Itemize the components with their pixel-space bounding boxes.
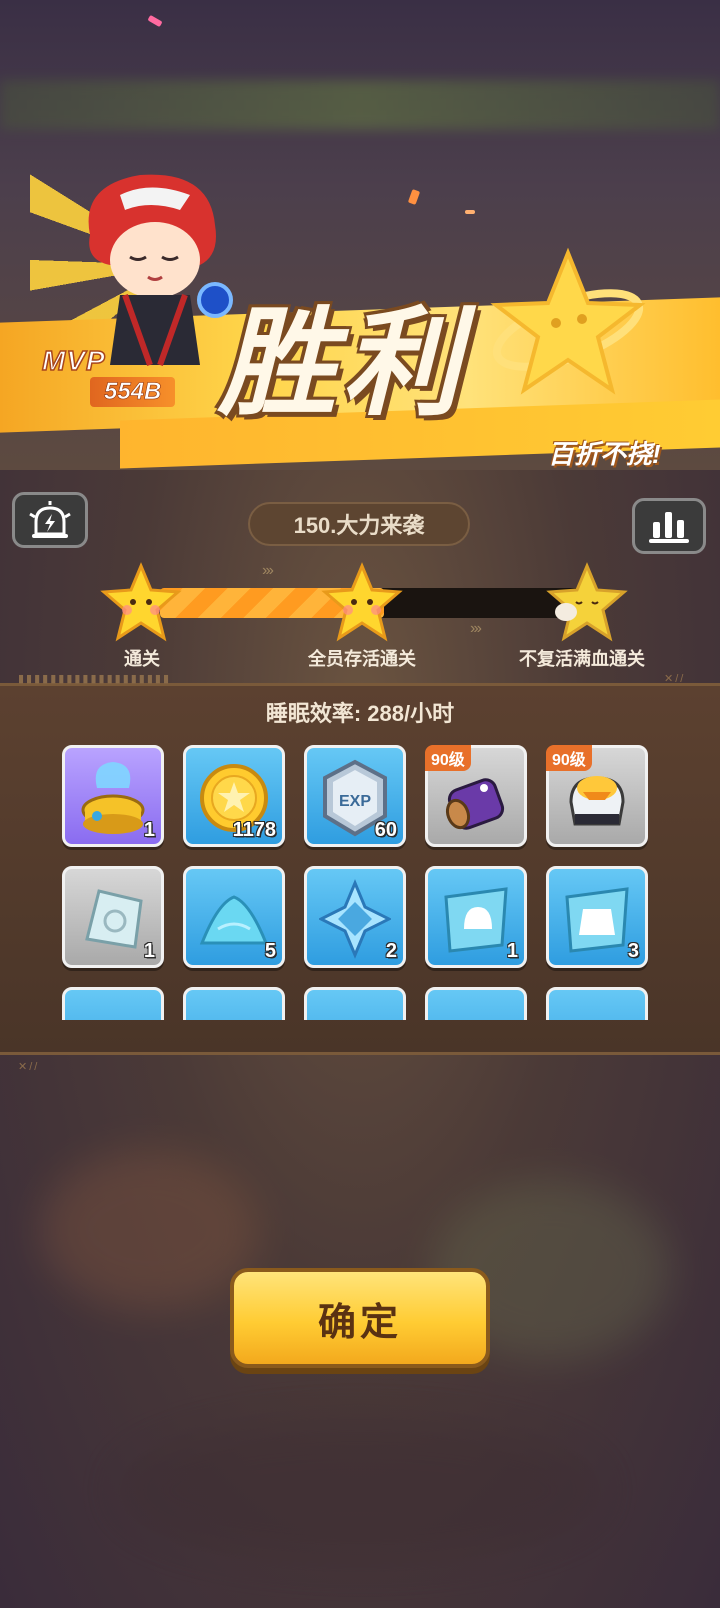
blueprint-armor-icon — [565, 887, 629, 953]
background-blur — [40, 1150, 260, 1310]
item-count: 1 — [506, 940, 518, 962]
item-level-badge: 90级 — [425, 745, 471, 771]
item-count: 1 — [143, 819, 155, 841]
reward-item-gold-coin[interactable]: 1178 — [183, 745, 285, 847]
alarm-button[interactable] — [12, 492, 88, 548]
bar-chart-icon — [649, 512, 689, 543]
reward-item-purple-cannon[interactable]: 90级 — [425, 745, 527, 847]
reward-item-clipped[interactable] — [62, 987, 164, 1020]
chevrons: ››› — [262, 562, 274, 579]
victory-subtitle: 百折不挠! — [548, 439, 661, 469]
reward-item-clipped[interactable] — [183, 987, 285, 1020]
statistics-button[interactable] — [632, 498, 706, 554]
reward-item-rune-chip[interactable]: 2 — [304, 866, 406, 968]
item-count: 60 — [374, 819, 397, 841]
reward-item-clipped[interactable] — [425, 987, 527, 1020]
milestone-label: 通关 — [124, 649, 160, 669]
star-sleeping-icon — [546, 562, 628, 642]
background-band — [0, 80, 720, 130]
item-count: 1178 — [232, 819, 276, 841]
reward-item-exp[interactable]: EXP 60 — [304, 745, 406, 847]
stage-name: 150.大力来袭 — [248, 502, 470, 546]
mvp-label: MVP — [41, 344, 106, 377]
reward-item-crystal-shard[interactable]: 1 — [62, 866, 164, 968]
star-planet-icon — [490, 247, 646, 395]
chevrons: ››› — [470, 620, 482, 637]
energy-core-icon — [81, 762, 145, 834]
reward-item-blueprint-armor[interactable]: 3 — [546, 866, 648, 968]
panel-decoration: ✕// — [18, 1061, 40, 1073]
item-count: 5 — [264, 940, 276, 962]
item-count: 2 — [385, 940, 397, 962]
reward-item-clipped[interactable] — [304, 987, 406, 1020]
reward-item-blueprint-helmet[interactable]: 1 — [425, 866, 527, 968]
victory-title: 胜利 — [218, 298, 467, 430]
milestone-label: 全员存活通关 — [308, 649, 416, 669]
rune-chip-icon — [319, 879, 391, 959]
crystal-shard-icon — [85, 889, 143, 949]
panel-decoration: ▮▮▮▮▮▮▮▮▮▮▮▮▮▮▮▮▮▮▮ — [18, 673, 172, 685]
reward-grid[interactable]: 1 1178 EXP 60 90级 90级 1 5 2 1 3 — [60, 745, 670, 1020]
svg-text:EXP: EXP — [339, 793, 371, 810]
milestone-label: 不复活满血通关 — [519, 649, 645, 669]
star-achieved-icon — [100, 562, 182, 642]
item-count: 3 — [627, 940, 639, 962]
mvp-badge: MVP 554B — [30, 344, 210, 407]
mvp-damage-value: 554B — [90, 377, 176, 407]
reward-item-energy-core[interactable]: 1 — [62, 745, 164, 847]
panel-decoration: ✕// — [664, 673, 686, 685]
sleep-efficiency: 睡眠效率: 288/小时 — [265, 701, 455, 726]
reward-item-blue-sand[interactable]: 5 — [183, 866, 285, 968]
item-count: 1 — [143, 940, 155, 962]
star-achieved-icon — [321, 562, 403, 642]
reward-item-clipped[interactable] — [546, 987, 648, 1020]
blueprint-helmet-icon — [444, 887, 508, 953]
reward-item-duck-armor[interactable]: 90级 — [546, 745, 648, 847]
alarm-lightning-icon — [29, 501, 71, 538]
item-level-badge: 90级 — [546, 745, 592, 771]
confirm-button[interactable]: 确定 — [230, 1268, 490, 1368]
background-blur — [120, 1420, 600, 1560]
confetti — [465, 210, 475, 214]
blue-sand-icon — [199, 895, 269, 945]
